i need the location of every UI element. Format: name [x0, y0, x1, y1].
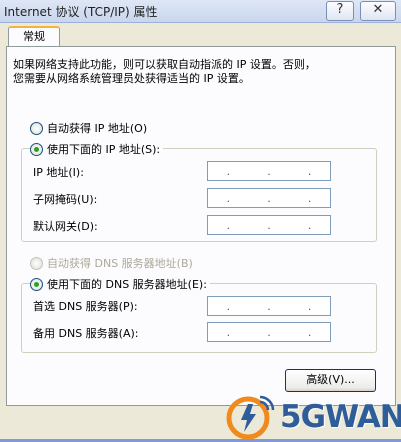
default-gateway-label: 默认网关(D): — [33, 220, 98, 233]
5gwan-logo-icon — [226, 395, 275, 440]
tab-strip: 常规 — [6, 26, 398, 48]
ip-address-field[interactable]: ... — [207, 161, 331, 181]
radio-manual-ip[interactable]: 使用下面的 IP 地址(S): — [30, 141, 164, 157]
subnet-mask-label: 子网掩码(U): — [33, 193, 98, 206]
intro-text: 如果网络支持此功能，则可以获取自动指派的 IP 设置。否则， 您需要从网络系统管… — [13, 58, 373, 86]
advanced-button[interactable]: 高级(V)... — [285, 369, 376, 392]
radio-button-selected-icon — [30, 277, 43, 291]
intro-line-1: 如果网络支持此功能，则可以获取自动指派的 IP 设置。否则， — [13, 58, 316, 71]
radio-auto-dns: 自动获得 DNS 服务器地址(B) — [30, 255, 193, 271]
window-title: Internet 协议 (TCP/IP) 属性 — [4, 5, 158, 19]
alternate-dns-label: 备用 DNS 服务器(A): — [33, 327, 139, 340]
radio-button-icon — [30, 121, 43, 135]
subnet-mask-field[interactable]: ... — [207, 188, 331, 208]
radio-button-selected-icon — [30, 142, 43, 156]
dns-group-box — [21, 283, 377, 353]
tab-general[interactable]: 常规 — [8, 26, 60, 48]
close-button[interactable]: ✕ — [360, 1, 396, 21]
ip-address-label: IP 地址(I): — [33, 166, 84, 179]
watermark: 5GWAN — [226, 394, 401, 440]
radio-auto-ip-label: 自动获得 IP 地址(O) — [47, 122, 148, 135]
alternate-dns-field[interactable]: ... — [207, 322, 331, 342]
title-bar[interactable]: Internet 协议 (TCP/IP) 属性 ? ✕ — [0, 0, 401, 23]
help-button[interactable]: ? — [326, 1, 354, 21]
radio-auto-dns-label: 自动获得 DNS 服务器地址(B) — [47, 257, 193, 270]
intro-line-2: 您需要从网络系统管理员处获得适当的 IP 设置。 — [13, 72, 250, 85]
radio-auto-ip[interactable]: 自动获得 IP 地址(O) — [30, 120, 147, 136]
default-gateway-field[interactable]: ... — [207, 215, 331, 235]
radio-button-icon — [30, 256, 43, 270]
preferred-dns-field[interactable]: ... — [207, 296, 331, 316]
preferred-dns-label: 首选 DNS 服务器(P): — [33, 300, 138, 313]
dialog-window: Internet 协议 (TCP/IP) 属性 ? ✕ 常规 如果网络支持此功能… — [0, 0, 401, 440]
radio-manual-dns-label: 使用下面的 DNS 服务器地址(E): — [47, 278, 207, 291]
radio-manual-ip-label: 使用下面的 IP 地址(S): — [47, 143, 161, 156]
radio-manual-dns[interactable]: 使用下面的 DNS 服务器地址(E): — [30, 276, 210, 292]
watermark-text: 5GWAN — [280, 399, 401, 435]
